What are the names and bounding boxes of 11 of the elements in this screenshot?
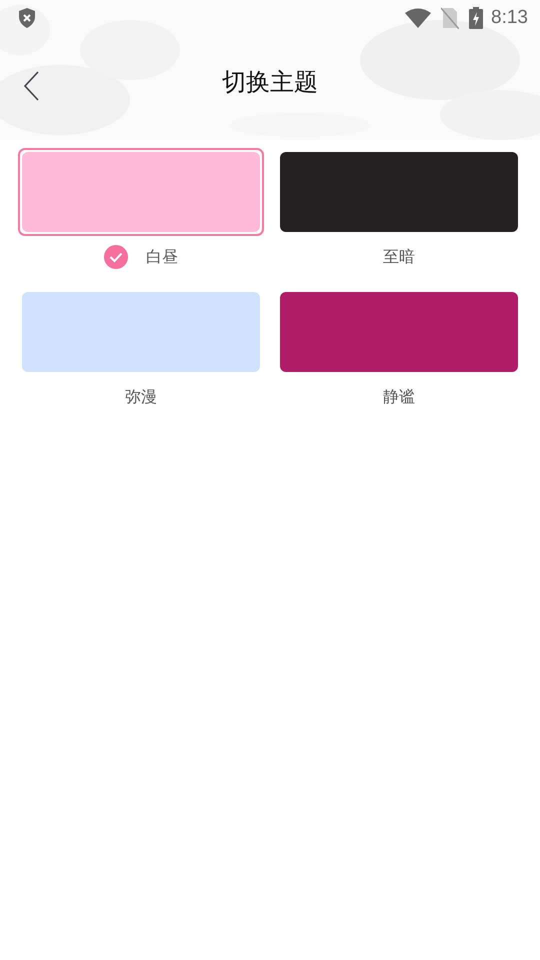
theme-name: 至暗 (383, 246, 415, 268)
theme-name: 白昼 (146, 246, 178, 268)
no-sim-icon (441, 6, 460, 28)
battery-charging-icon (469, 6, 484, 28)
theme-name: 静谧 (383, 386, 415, 408)
shield-icon (17, 6, 37, 28)
page-title: 切换主题 (222, 67, 318, 98)
theme-name: 弥漫 (125, 386, 157, 408)
check-icon (104, 245, 128, 269)
status-time: 8:13 (491, 6, 528, 28)
wifi-icon (405, 8, 432, 28)
